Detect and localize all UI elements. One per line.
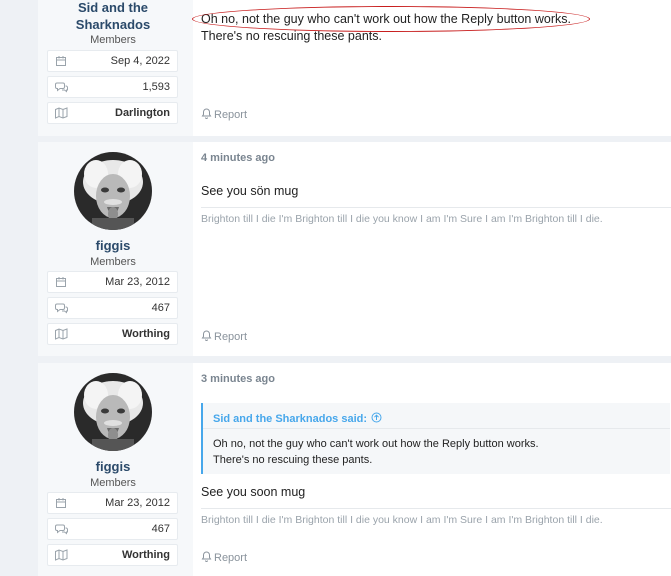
stat-messages: 1,593: [47, 76, 178, 98]
user-title: Members: [90, 34, 136, 46]
stat-joined: Mar 23, 2012: [47, 492, 178, 514]
post-user-panel: figgis Members Mar 23, 2012 467 Worthing: [38, 142, 188, 356]
stat-location: Worthing: [47, 323, 178, 345]
post-user-panel: Sid and the Sharknados Members Sep 4, 20…: [38, 0, 188, 136]
calendar-icon: [55, 276, 67, 288]
stat-location-value[interactable]: Worthing: [122, 328, 170, 340]
user-title: Members: [90, 256, 136, 268]
username-link[interactable]: figgis: [47, 458, 179, 475]
message-line-1: Oh no, not the guy who can't work out ho…: [201, 12, 571, 26]
stat-messages-value: 467: [151, 523, 170, 535]
post-time[interactable]: 3 minutes ago: [201, 373, 275, 385]
message-text: See you sön mug: [201, 184, 299, 198]
user-title: Members: [90, 477, 136, 489]
username-link[interactable]: Sid and the Sharknados: [38, 0, 188, 33]
report-button[interactable]: Report: [201, 330, 247, 344]
quote-author-link[interactable]: Sid and the Sharknados said:: [213, 413, 367, 425]
stat-messages-value: 467: [151, 302, 170, 314]
speech-bubbles-icon: [55, 81, 68, 93]
stat-location-value[interactable]: Darlington: [115, 107, 170, 119]
bell-icon: [201, 551, 212, 565]
quote-text: Oh no, not the guy who can't work out ho…: [203, 429, 670, 474]
map-icon: [55, 328, 68, 340]
quote-block: Sid and the Sharknados said: Oh no, not …: [201, 403, 670, 474]
post-user-panel: figgis Members Mar 23, 2012 467 Worthing: [38, 363, 188, 576]
speech-bubbles-icon: [55, 302, 68, 314]
report-label: Report: [214, 331, 248, 343]
stat-joined-value: Sep 4, 2022: [110, 55, 170, 67]
stat-location-value[interactable]: Worthing: [122, 549, 170, 561]
report-label: Report: [214, 109, 248, 121]
stat-joined-value: Mar 23, 2012: [105, 497, 170, 509]
signature: Brighton till I die I'm Brighton till I …: [201, 508, 671, 526]
bell-icon: [201, 330, 212, 344]
quote-line-2: There's no rescuing these pants.: [213, 454, 373, 466]
post-time[interactable]: 4 minutes ago: [201, 152, 275, 164]
calendar-icon: [55, 55, 67, 67]
post-body: 3 minutes ago Sid and the Sharknados sai…: [193, 363, 671, 576]
post-body: Oh no, not the guy who can't work out ho…: [193, 0, 671, 136]
stat-messages: 467: [47, 297, 178, 319]
stat-messages: 467: [47, 518, 178, 540]
map-icon: [55, 107, 68, 119]
calendar-icon: [55, 497, 67, 509]
report-button[interactable]: Report: [201, 551, 247, 565]
bell-icon: [201, 108, 212, 122]
report-label: Report: [214, 552, 248, 564]
quote-line-1: Oh no, not the guy who can't work out ho…: [213, 438, 539, 450]
post-1: Sid and the Sharknados Members Sep 4, 20…: [38, 0, 671, 136]
post-3: figgis Members Mar 23, 2012 467 Worthing…: [38, 363, 671, 576]
speech-bubbles-icon: [55, 523, 68, 535]
stat-joined: Mar 23, 2012: [47, 271, 178, 293]
quote-header: Sid and the Sharknados said:: [203, 403, 670, 429]
stat-messages-value: 1,593: [142, 81, 170, 93]
message-text: See you soon mug: [201, 485, 306, 499]
stat-location: Worthing: [47, 544, 178, 566]
avatar[interactable]: [74, 152, 152, 230]
message-line-2: There's no rescuing these pants.: [201, 29, 382, 43]
username-link[interactable]: figgis: [47, 237, 179, 254]
report-button[interactable]: Report: [201, 108, 247, 122]
stat-location: Darlington: [47, 102, 178, 124]
post-2: figgis Members Mar 23, 2012 467 Worthing…: [38, 142, 671, 356]
arrow-up-circle-icon[interactable]: [371, 412, 382, 426]
stat-joined-value: Mar 23, 2012: [105, 276, 170, 288]
map-icon: [55, 549, 68, 561]
post-body: 4 minutes ago See you sön mug Brighton t…: [193, 142, 671, 356]
signature: Brighton till I die I'm Brighton till I …: [201, 207, 671, 225]
stat-joined: Sep 4, 2022: [47, 50, 178, 72]
avatar[interactable]: [74, 373, 152, 451]
